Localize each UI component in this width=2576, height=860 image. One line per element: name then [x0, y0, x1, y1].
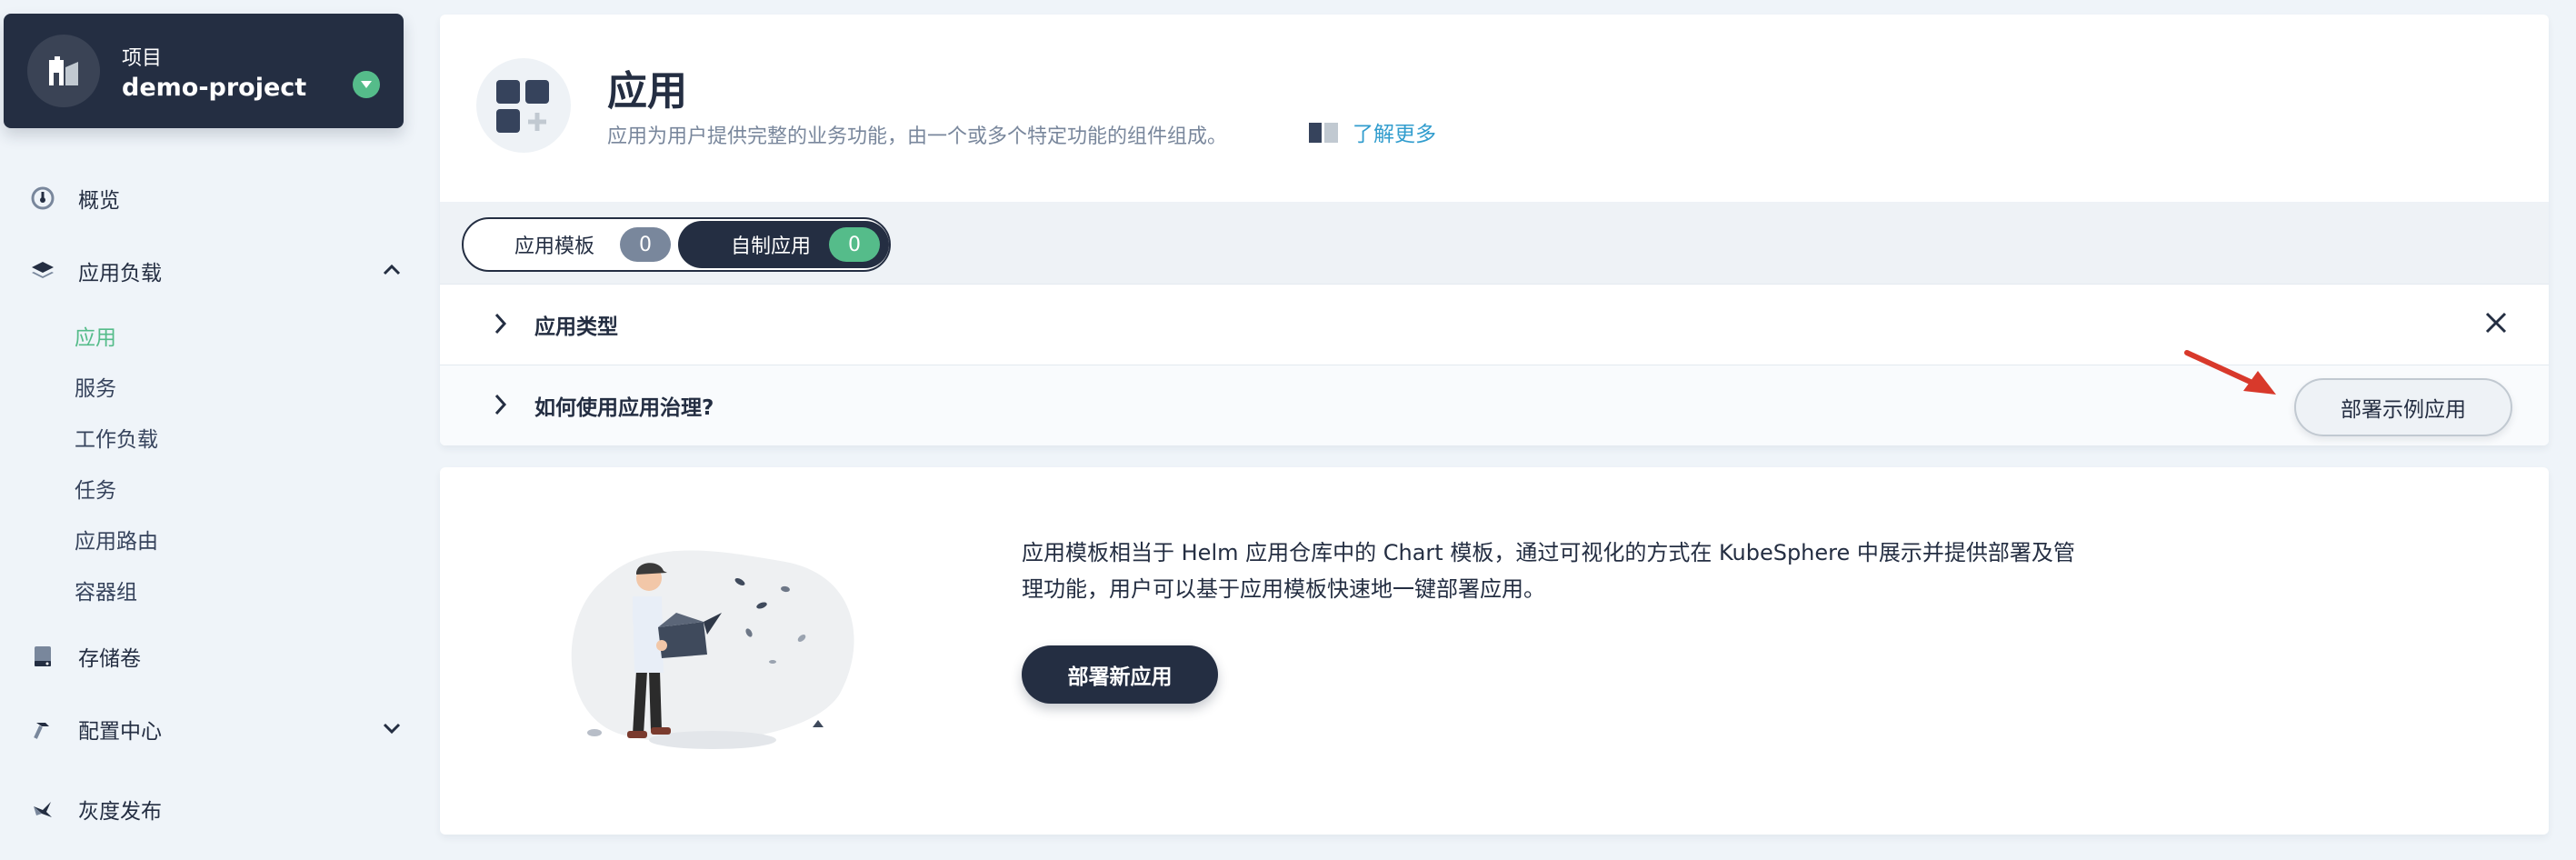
page-description: 应用为用户提供完整的业务功能，由一个或多个特定功能的组件组成。	[607, 125, 1228, 148]
close-icon[interactable]	[2483, 310, 2509, 335]
sidebar-item-workloads[interactable]: 应用负载	[27, 253, 401, 289]
dashboard-icon	[27, 183, 58, 214]
project-avatar	[27, 35, 100, 107]
sidebar-item-label: 配置中心	[78, 720, 162, 744]
sidebar-subitem-services[interactable]: 服务	[75, 371, 116, 402]
page-title: 应用	[607, 68, 687, 115]
project-name: demo-project	[122, 74, 307, 102]
app-type-tabs: 应用模板 0 自制应用 0	[462, 217, 891, 272]
deploy-sample-app-button[interactable]: 部署示例应用	[2294, 378, 2512, 436]
sidebar-item-label: 灰度发布	[78, 800, 162, 824]
chevron-right-icon[interactable]	[493, 312, 507, 335]
sidebar-item-label: 存储卷	[78, 647, 141, 671]
sidebar-item-label: 应用负载	[78, 262, 162, 285]
chevron-up-icon[interactable]	[382, 263, 402, 280]
intro-description: 应用模板相当于 Helm 应用仓库中的 Chart 模板，通过可视化的方式在 K…	[1022, 540, 2075, 602]
sidebar-subitem-pods[interactable]: 容器组	[75, 575, 137, 605]
apps-grid-icon	[476, 58, 571, 153]
deploy-new-app-button[interactable]: 部署新应用	[1022, 645, 1218, 704]
count-badge: 0	[829, 227, 880, 262]
sidebar-subitem-jobs[interactable]: 任务	[75, 473, 116, 504]
tab-app-templates[interactable]: 应用模板 0	[464, 219, 680, 270]
storage-icon	[27, 641, 58, 672]
learn-more-label: 了解更多	[1353, 123, 1436, 146]
sidebar-item-overview[interactable]: 概览	[27, 180, 120, 216]
chevron-down-icon[interactable]	[382, 721, 402, 738]
row-label: 应用类型	[534, 315, 618, 339]
row-label: 如何使用应用治理?	[534, 396, 714, 420]
chevron-right-icon[interactable]	[493, 393, 507, 416]
project-kicker: 项目	[122, 47, 163, 70]
tab-label: 自制应用	[731, 235, 812, 258]
tab-label: 应用模板	[514, 235, 595, 258]
empty-state-card: 应用模板相当于 Helm 应用仓库中的 Chart 模板，通过可视化的方式在 K…	[440, 467, 2549, 835]
learn-more-link[interactable]: 了解更多	[1307, 116, 1436, 147]
person-with-box-illustration	[571, 550, 854, 749]
sidebar-subitem-workloads[interactable]: 工作负载	[75, 422, 158, 453]
tab-custom-apps[interactable]: 自制应用 0	[678, 221, 889, 268]
hammer-icon	[27, 714, 58, 745]
annotation-arrow-icon	[2184, 350, 2276, 395]
sidebar-subitem-routes[interactable]: 应用路由	[75, 524, 158, 555]
sidebar-item-storage[interactable]: 存储卷	[27, 638, 141, 675]
book-icon	[1309, 123, 1338, 143]
sidebar-item-config[interactable]: 配置中心	[27, 711, 401, 747]
project-selector[interactable]: 项目 demo-project	[4, 14, 404, 128]
caret-down-icon[interactable]	[353, 71, 380, 98]
bird-icon	[27, 794, 58, 825]
count-badge: 0	[620, 227, 671, 262]
sidebar-item-label: 概览	[78, 189, 120, 213]
layers-icon	[27, 255, 58, 286]
tabs-band: 应用模板 0 自制应用 0	[440, 202, 2549, 284]
sidebar-subitem-apps[interactable]: 应用	[75, 320, 116, 351]
sidebar-item-grayscale[interactable]: 灰度发布	[27, 791, 162, 827]
project-icon	[49, 56, 78, 85]
